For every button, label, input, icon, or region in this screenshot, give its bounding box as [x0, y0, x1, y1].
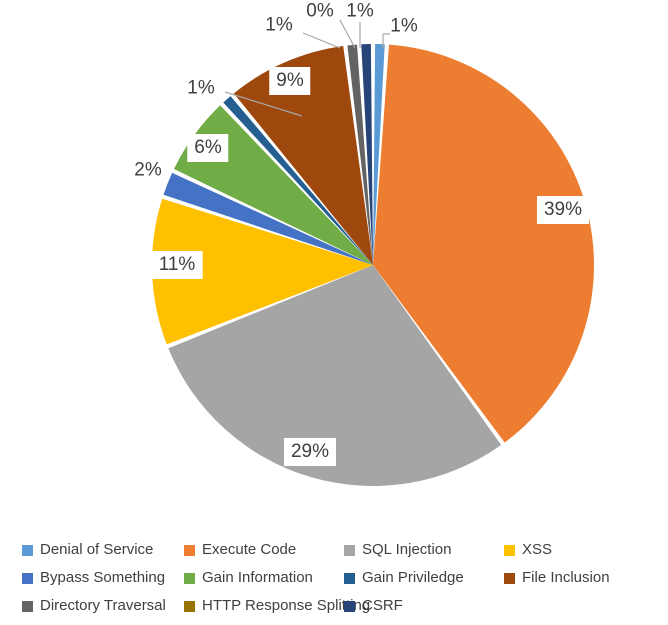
legend-item[interactable]: Denial of Service: [22, 536, 184, 564]
legend-label: File Inclusion: [522, 569, 610, 586]
legend-label: Execute Code: [202, 541, 297, 558]
pie-callout-label: 1%: [187, 77, 215, 99]
pie-data-label: 39%: [536, 196, 590, 224]
legend-item[interactable]: CSRF: [344, 592, 504, 620]
legend-item[interactable]: HTTP Response Splitting: [184, 592, 370, 620]
leader-line: [302, 32, 341, 49]
pie-callout-label: 1%: [390, 15, 418, 37]
pie-callout-label: 1%: [265, 14, 293, 36]
legend-swatch-icon: [344, 544, 355, 556]
legend-swatch-icon: [22, 600, 33, 612]
legend-swatch-icon: [184, 544, 195, 556]
pie-data-label: 29%: [283, 438, 337, 466]
pie-callout-label: 2%: [134, 159, 162, 181]
pie-data-label: 11%: [151, 251, 203, 279]
legend-label: SQL Injection: [362, 541, 452, 558]
legend-row: Denial of Service Execute Code SQL Injecti…: [0, 536, 668, 564]
legend-label: Denial of Service: [40, 541, 154, 558]
legend-label: Gain Information: [202, 569, 313, 586]
legend-item[interactable]: SQL Injection: [344, 536, 504, 564]
pie-chart: 39% 29% 11% 6% 9% 1% 2% 1% 0% 1% 1% Denial of Serv…: [0, 0, 668, 625]
legend-item[interactable]: Bypass Something: [22, 564, 184, 592]
pie-data-label: 9%: [269, 67, 311, 95]
legend-label: Directory Traversal: [40, 597, 166, 614]
legend-item[interactable]: Gain Priviledge: [344, 564, 504, 592]
pie-callout-label: 0%: [306, 0, 334, 22]
pie-callout-label: 1%: [346, 0, 374, 22]
legend-item[interactable]: File Inclusion: [504, 564, 654, 592]
leader-line: [339, 19, 356, 49]
chart-plot-area: 39% 29% 11% 6% 9% 1% 2% 1% 0% 1% 1%: [0, 0, 668, 525]
legend-item[interactable]: Directory Traversal: [22, 592, 184, 620]
pie-data-label: 6%: [187, 134, 229, 162]
legend-row: Directory Traversal HTTP Response Splitti…: [0, 592, 668, 620]
legend-row: Bypass Something Gain Information Gain Pri…: [0, 564, 668, 592]
legend-label: Gain Priviledge: [362, 569, 464, 586]
legend-swatch-icon: [504, 572, 515, 584]
legend-item[interactable]: Gain Information: [184, 564, 344, 592]
chart-legend: Denial of Service Execute Code SQL Injecti…: [0, 528, 668, 625]
legend-swatch-icon: [22, 572, 33, 584]
legend-swatch-icon: [344, 572, 355, 584]
legend-label: Bypass Something: [40, 569, 166, 586]
legend-label: XSS: [522, 541, 553, 558]
legend-swatch-icon: [22, 544, 33, 556]
legend-swatch-icon: [184, 572, 195, 584]
legend-swatch-icon: [344, 600, 355, 612]
pie-slice-group: [152, 44, 595, 486]
legend-swatch-icon: [184, 600, 195, 612]
legend-item[interactable]: XSS: [504, 536, 654, 564]
legend-swatch-icon: [504, 544, 515, 556]
legend-label: CSRF: [362, 597, 403, 614]
legend-item[interactable]: Execute Code: [184, 536, 344, 564]
